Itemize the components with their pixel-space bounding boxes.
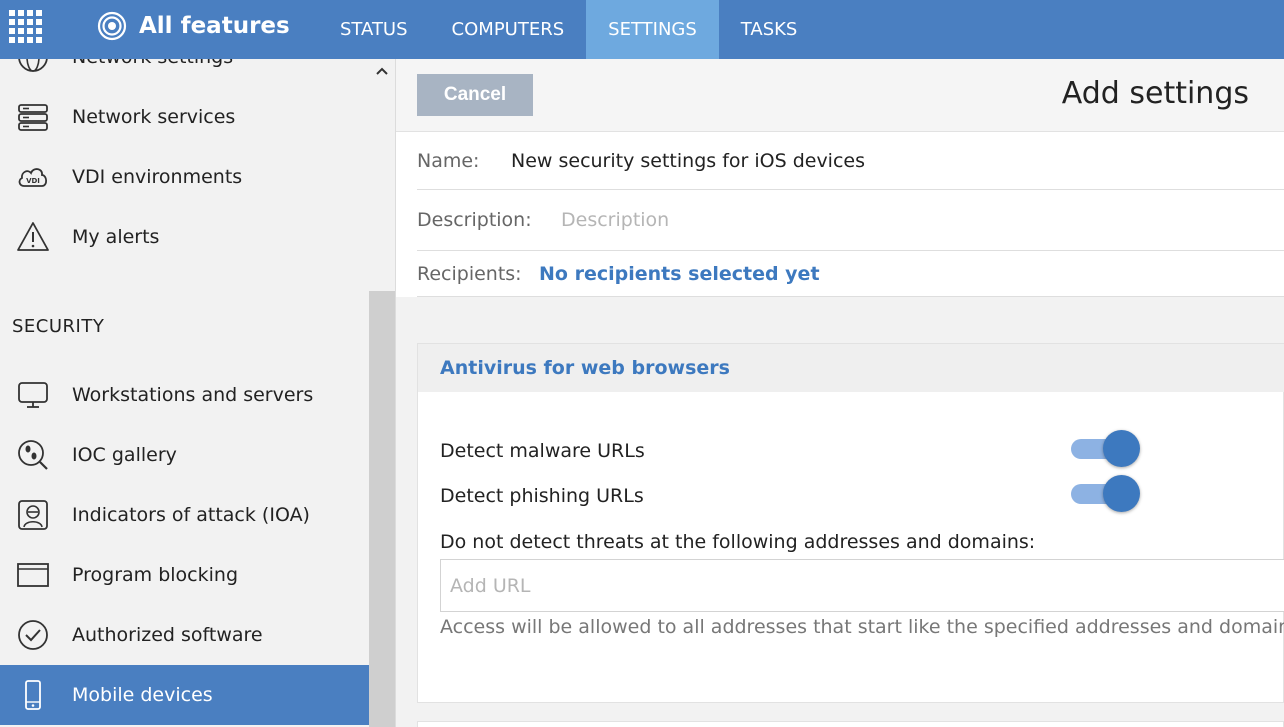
vdi-cloud-icon: VDI (18, 168, 48, 187)
detect-phishing-label: Detect phishing URLs (440, 485, 644, 507)
page-title: Add settings (1061, 76, 1249, 111)
section-heading-security: SECURITY (12, 316, 105, 337)
main-panel: Cancel Add settings Name: New security s… (396, 59, 1284, 727)
antivirus-web-card: Antivirus for web browsers Detect malwar… (417, 343, 1284, 703)
sidebar-item-network-settings[interactable]: Network settings (0, 59, 369, 87)
mobile-phone-icon (25, 680, 41, 710)
sidebar-item-mobile-devices[interactable]: Mobile devices (0, 665, 369, 725)
sidebar-scrollbar-thumb[interactable] (369, 291, 395, 727)
tab-settings[interactable]: SETTINGS (586, 0, 719, 59)
tab-computers[interactable]: COMPUTERS (430, 0, 587, 59)
top-bar: All features STATUS COMPUTERS SETTINGS T… (0, 0, 1284, 59)
tab-status[interactable]: STATUS (318, 0, 430, 59)
recipients-link[interactable]: No recipients selected yet (539, 263, 820, 285)
check-circle-icon (18, 620, 48, 650)
sidebar-item-label: Workstations and servers (72, 384, 314, 406)
description-field[interactable] (561, 209, 961, 231)
card-header[interactable]: Antivirus for web browsers (418, 344, 1284, 392)
sidebar-item-ioc-gallery[interactable]: IOC gallery (0, 425, 369, 485)
sidebar-item-label: Program blocking (72, 564, 238, 586)
sidebar-item-workstations-and-servers[interactable]: Workstations and servers (0, 365, 369, 425)
name-row: Name: New security settings for iOS devi… (417, 132, 1284, 190)
detect-malware-label: Detect malware URLs (440, 440, 645, 462)
sidebar-item-program-blocking[interactable]: Program blocking (0, 545, 369, 605)
sidebar-item-label: Authorized software (72, 624, 263, 646)
action-bar: Cancel Add settings (396, 59, 1284, 132)
exclusions-label: Do not detect threats at the following a… (440, 531, 1036, 553)
tab-tasks[interactable]: TASKS (719, 0, 820, 59)
sidebar-item-indicators-of-attack[interactable]: Indicators of attack (IOA) (0, 485, 369, 545)
description-label: Description: (417, 209, 532, 231)
sidebar-item-network-services[interactable]: Network services (0, 87, 369, 147)
add-url-input[interactable] (440, 559, 1284, 612)
monitor-icon (18, 382, 48, 408)
brand[interactable]: All features (97, 10, 290, 42)
sidebar-item-label: IOC gallery (72, 444, 177, 466)
sidebar-item-label: Network services (72, 106, 236, 128)
next-card-edge (417, 721, 1284, 727)
svg-text:VDI: VDI (26, 177, 40, 185)
description-row: Description: (417, 190, 1284, 251)
target-logo-icon (97, 11, 127, 41)
cancel-button[interactable]: Cancel (417, 74, 533, 116)
detect-phishing-toggle[interactable] (1071, 475, 1141, 512)
hacker-icon (18, 500, 48, 530)
recipients-row: Recipients: No recipients selected yet (417, 251, 1284, 297)
brand-title: All features (139, 13, 290, 39)
chevron-up-icon[interactable] (374, 65, 390, 77)
apps-grid-icon[interactable] (8, 8, 42, 43)
server-stack-icon (18, 104, 48, 131)
name-field[interactable]: New security settings for iOS devices (511, 150, 865, 172)
window-icon (17, 563, 49, 587)
globe-icon (18, 59, 48, 72)
recipients-label: Recipients: (417, 262, 522, 285)
sidebar-item-label: Indicators of attack (IOA) (72, 504, 310, 526)
name-label: Name: (417, 149, 480, 172)
sidebar-item-my-alerts[interactable]: My alerts (0, 207, 369, 267)
sidebar: Network settings Network services VDI VD… (0, 59, 396, 727)
detect-malware-toggle[interactable] (1071, 430, 1141, 467)
exclusions-hint: Access will be allowed to all addresses … (440, 616, 1284, 638)
sidebar-item-label: Mobile devices (72, 684, 213, 706)
sidebar-item-authorized-software[interactable]: Authorized software (0, 605, 369, 665)
footprint-search-icon (18, 440, 48, 470)
sidebar-item-vdi-environments[interactable]: VDI VDI environments (0, 147, 369, 207)
main-nav: STATUS COMPUTERS SETTINGS TASKS (318, 0, 819, 59)
card-title: Antivirus for web browsers (440, 357, 730, 379)
sidebar-item-label: Network settings (72, 59, 233, 68)
warning-triangle-icon (17, 222, 49, 251)
sidebar-item-label: VDI environments (72, 166, 243, 188)
sidebar-item-label: My alerts (72, 226, 160, 248)
